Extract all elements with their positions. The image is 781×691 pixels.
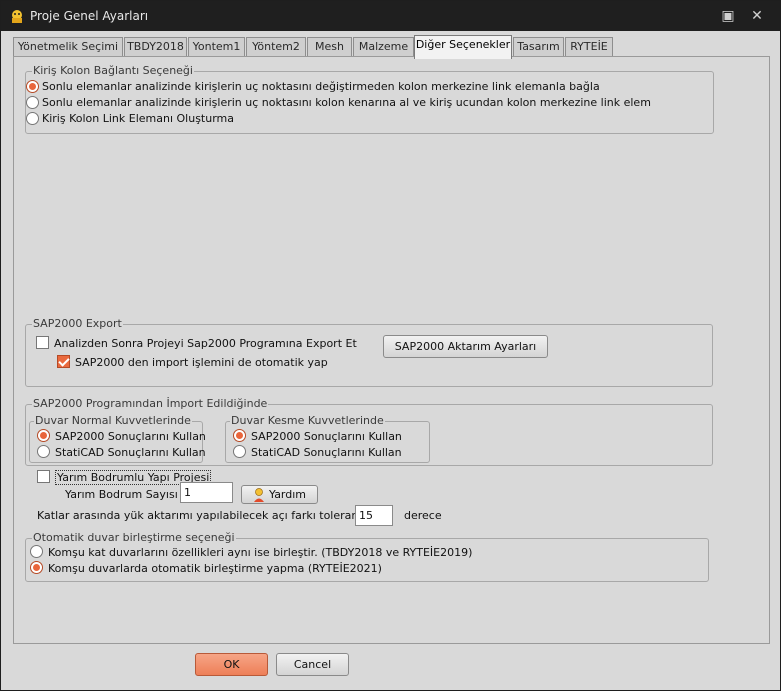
basement-count-input[interactable]: 1	[180, 482, 233, 503]
wall-normal-legend: Duvar Normal Kuvvetlerinde	[34, 414, 192, 427]
beam-column-option-3: Kiriş Kolon Link Elemanı Oluşturma	[42, 112, 234, 125]
shear-sap-label: SAP2000 Sonuçlarını Kullan	[251, 430, 402, 443]
sap-export-legend: SAP2000 Export	[32, 317, 123, 330]
tab-yonetmelik[interactable]: Yönetmelik Seçimi	[13, 37, 123, 57]
tolerance-label: Katlar arasında yük aktarımı yapılabilec…	[37, 509, 368, 522]
beam-column-option-2: Sonlu elemanlar analizinde kirişlerin uç…	[42, 96, 651, 109]
tab-yontem1[interactable]: Yontem1	[188, 37, 245, 57]
sap-import-checkbox[interactable]	[57, 355, 70, 368]
wall-merge-radio-1[interactable]	[30, 545, 43, 558]
help-button[interactable]: Yardım	[241, 485, 318, 504]
wall-merge-radio-2[interactable]	[30, 561, 43, 574]
tab-tasarim[interactable]: Tasarım	[513, 37, 564, 57]
close-icon[interactable]: ✕	[747, 6, 767, 26]
tab-ryteie[interactable]: RYTEİE	[565, 37, 613, 57]
wall-merge-option-1: Komşu kat duvarlarını özellikleri aynı i…	[48, 546, 473, 559]
title-bar: Proje Genel Ayarları ▣ ✕	[1, 1, 780, 31]
sap-settings-button[interactable]: SAP2000 Aktarım Ayarları	[383, 335, 548, 358]
shear-staticad-label: StatiCAD Sonuçlarını Kullan	[251, 446, 402, 459]
shear-staticad-radio[interactable]	[233, 445, 246, 458]
settings-dialog: Proje Genel Ayarları ▣ ✕ Yönetmelik Seçi…	[0, 0, 781, 691]
beam-column-radio-1[interactable]	[26, 80, 39, 93]
tab-malzeme[interactable]: Malzeme	[353, 37, 414, 57]
beam-column-radio-3[interactable]	[26, 112, 39, 125]
tab-mesh[interactable]: Mesh	[307, 37, 352, 57]
sap-import-label: SAP2000 den import işlemini de otomatik …	[75, 356, 328, 369]
sap-export-label: Analizden Sonra Projeyi Sap2000 Programı…	[54, 337, 357, 350]
wall-merge-legend: Otomatik duvar birleştirme seçeneği	[32, 531, 236, 544]
sap-import-legend: SAP2000 Programından İmport Edildiğinde	[32, 397, 269, 410]
tab-diger-secenekler[interactable]: Diğer Seçenekler	[414, 35, 512, 59]
help-button-label: Yardım	[268, 488, 307, 501]
normal-sap-radio[interactable]	[37, 429, 50, 442]
wall-merge-option-2: Komşu duvarlarda otomatik birleştirme ya…	[48, 562, 382, 575]
beam-column-legend: Kiriş Kolon Bağlantı Seçeneği	[32, 64, 194, 77]
beam-column-option-1: Sonlu elemanlar analizinde kirişlerin uç…	[42, 80, 600, 93]
basement-count-label: Yarım Bodrum Sayısı	[65, 488, 178, 501]
cancel-button[interactable]: Cancel	[276, 653, 349, 676]
tolerance-input[interactable]: 15	[355, 505, 393, 526]
tab-yontem2[interactable]: Yöntem2	[246, 37, 306, 57]
app-icon	[12, 10, 22, 23]
basement-checkbox[interactable]	[37, 470, 50, 483]
shear-sap-radio[interactable]	[233, 429, 246, 442]
wall-merge-group: Otomatik duvar birleştirme seçeneği	[25, 531, 709, 582]
normal-sap-label: SAP2000 Sonuçlarını Kullan	[55, 430, 206, 443]
tab-tbdy2018[interactable]: TBDY2018	[124, 37, 187, 57]
sap-export-checkbox[interactable]	[36, 336, 49, 349]
normal-staticad-label: StatiCAD Sonuçlarını Kullan	[55, 446, 206, 459]
normal-staticad-radio[interactable]	[37, 445, 50, 458]
beam-column-radio-2[interactable]	[26, 96, 39, 109]
window-title: Proje Genel Ayarları	[30, 9, 149, 23]
tolerance-unit: derece	[404, 509, 442, 522]
wall-shear-legend: Duvar Kesme Kuvvetlerinde	[230, 414, 385, 427]
tab-panel: Kiriş Kolon Bağlantı Seçeneği Sonlu elem…	[13, 56, 770, 644]
ok-button[interactable]: OK	[195, 653, 268, 676]
helper-person-icon	[254, 488, 264, 502]
help-title-icon[interactable]: ▣	[718, 6, 738, 26]
